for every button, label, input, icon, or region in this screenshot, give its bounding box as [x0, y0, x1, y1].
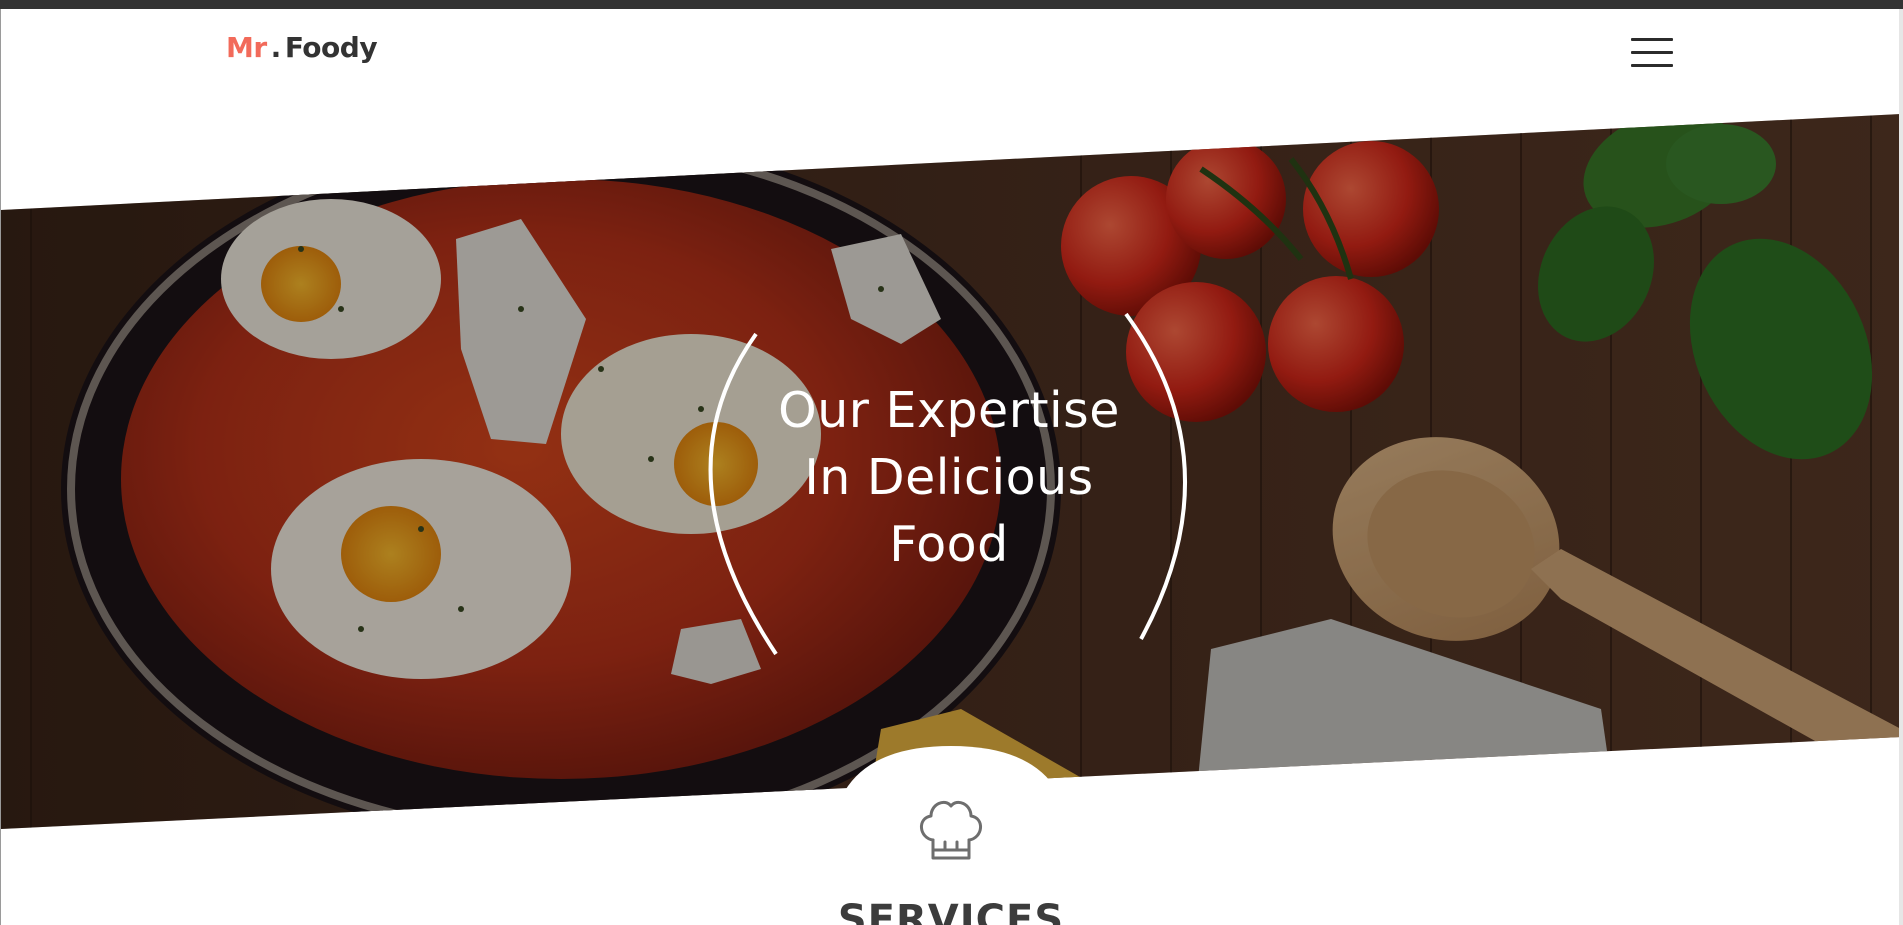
brand-logo-mr: Mr: [226, 31, 267, 64]
menu-line: [1631, 38, 1673, 41]
hero-section: Our Expertise In Delicious Food: [1, 9, 1903, 925]
hero-title-line2: In Delicious: [804, 449, 1094, 506]
hero-title-line1: Our Expertise: [778, 382, 1120, 439]
site-header: Mr. Foody: [1, 9, 1903, 104]
brand-logo[interactable]: Mr. Foody: [226, 31, 378, 64]
services-heading: SERVICES: [837, 897, 1065, 925]
brand-logo-separator: .: [270, 31, 282, 64]
brand-logo-foody: Foody: [284, 31, 378, 64]
scrollbar[interactable]: [1899, 9, 1903, 925]
menu-line: [1631, 64, 1673, 67]
menu-line: [1631, 51, 1673, 54]
chef-hat-icon: [920, 800, 982, 860]
page: Our Expertise In Delicious Food Mr. Foody…: [0, 9, 1903, 925]
hero-title: Our Expertise In Delicious Food: [749, 377, 1149, 578]
browser-top-edge: [0, 0, 1903, 9]
hamburger-menu-icon[interactable]: [1629, 35, 1675, 71]
hero-title-line3: Food: [889, 516, 1009, 573]
